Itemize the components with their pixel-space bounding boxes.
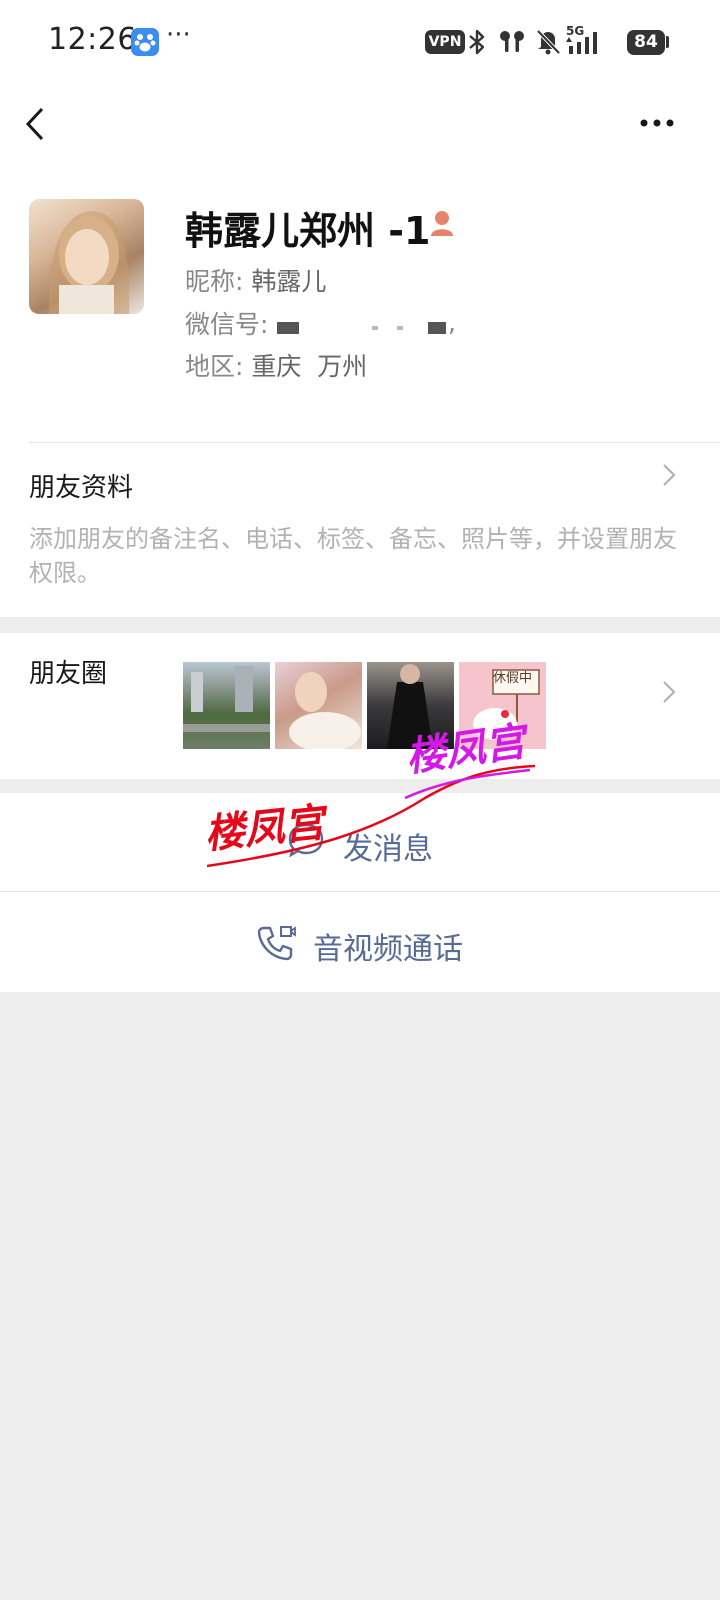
wechat-id-label: 微信号: [185,310,269,339]
status-time: 12:26 [48,22,137,57]
female-gender-icon [431,211,453,236]
nickname-row: 昵称: 韩露儿 [185,262,326,298]
wechat-id-tail: , [448,308,456,337]
audio-video-call-label: 音视频通话 [313,932,463,967]
baidu-paw-icon [131,28,159,56]
chevron-right-icon [663,464,676,486]
mute-bell-icon [536,29,561,55]
more-options-icon[interactable] [638,116,678,130]
contact-name: 韩露儿郑州 -1 [185,209,431,253]
region-label: 地区: [185,352,252,381]
thumbnail-sign-text: 休假中 [493,671,533,686]
region-row: 地区: 重庆 万州 [185,347,367,383]
divider [29,442,720,443]
status-more-icon: ··· [166,20,191,50]
nickname-value: 韩露儿 [251,267,327,296]
back-arrow-icon[interactable] [22,106,50,142]
top-bar [0,86,720,186]
battery-tip [666,36,669,48]
battery-indicator: 84 [627,30,665,55]
friend-info-hint: 添加朋友的备注名、电话、标签、备忘、照片等，并设置朋友权限。 [29,525,677,587]
wechat-id-row: 微信号: [185,305,268,341]
video-call-icon [257,926,296,961]
friend-info-title: 朋友资料 [29,473,134,503]
earbuds-icon [500,31,524,52]
redaction-mark [277,322,299,334]
chevron-right-icon [663,681,676,703]
avatar[interactable] [29,199,144,314]
redaction-mark [372,326,378,330]
bluetooth-icon [469,29,485,55]
nickname-label: 昵称: [185,267,252,296]
region-value: 重庆 万州 [251,352,368,381]
vpn-badge: VPN [425,30,465,54]
redaction-mark [428,322,446,334]
redaction-mark [397,326,403,330]
moments-title: 朋友圈 [29,659,108,689]
signal-icon [566,32,597,54]
